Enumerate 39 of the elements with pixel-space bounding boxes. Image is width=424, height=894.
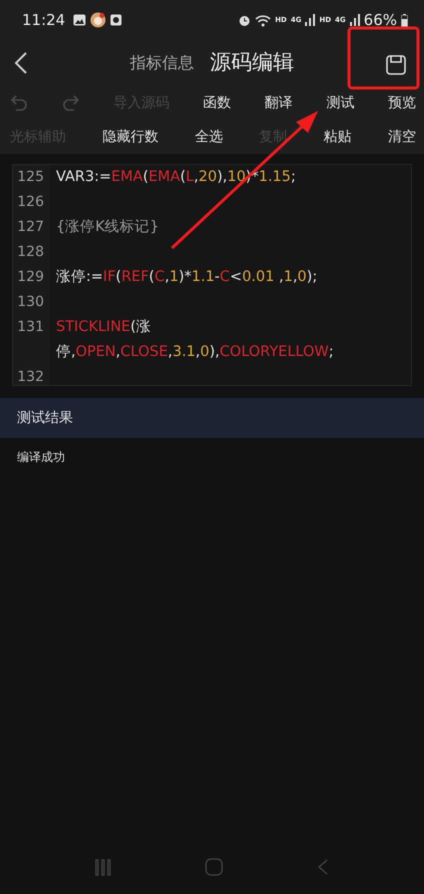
page-title: 源码编辑: [210, 49, 294, 76]
app-avatar-icon: [90, 12, 106, 28]
alarm-icon: [238, 14, 252, 26]
recent-apps-icon[interactable]: [95, 858, 111, 876]
code-line: STICKLINE(涨 停,OPEN,CLOSE,3.1,0),COLORYELLOW;: [56, 318, 334, 362]
result-heading: 测试结果: [17, 408, 73, 428]
line-number: 127: [17, 219, 44, 235]
toolbar-button[interactable]: 函数: [202, 92, 231, 114]
page-subtitle: 指标信息: [130, 52, 194, 74]
toolbar-button[interactable]: 清空: [388, 126, 416, 148]
toolbar-button[interactable]: 翻译: [264, 92, 293, 114]
battery-icon: [401, 14, 408, 26]
line-number: 132: [17, 369, 44, 385]
signal-icon: [305, 14, 316, 26]
status-time: 11:24: [22, 10, 66, 31]
gallery-icon: [73, 14, 86, 26]
toolbar-button[interactable]: 隐藏行数: [102, 126, 158, 148]
home-icon[interactable]: [205, 858, 223, 876]
back-icon[interactable]: [317, 859, 329, 875]
save-button[interactable]: [386, 52, 406, 76]
battery-percent: 66%: [364, 10, 397, 31]
code-line: 涨停:=IF(REF(C,1)*1.1-C<0.01 ,1,0);: [56, 268, 318, 287]
line-number: 130: [17, 294, 44, 310]
result-message: 编译成功: [17, 450, 65, 464]
line-number: 126: [17, 194, 44, 210]
line-number: 131: [17, 319, 44, 335]
line-number: 129: [17, 269, 44, 285]
line-number: 125: [17, 169, 44, 185]
highlight-box: [348, 26, 420, 90]
toolbar-button[interactable]: 粘贴: [324, 126, 352, 148]
record-icon: [110, 14, 122, 26]
toolbar-button[interactable]: 测试: [326, 92, 354, 114]
code-line: {涨停K线标记}: [56, 218, 159, 237]
wifi-icon: [255, 14, 272, 26]
line-number: 128: [17, 244, 44, 260]
toolbar-button[interactable]: 全选: [194, 126, 223, 148]
back-button[interactable]: [14, 50, 28, 75]
signal-icon: [350, 14, 360, 26]
toolbar-button[interactable]: 预览: [388, 92, 416, 114]
